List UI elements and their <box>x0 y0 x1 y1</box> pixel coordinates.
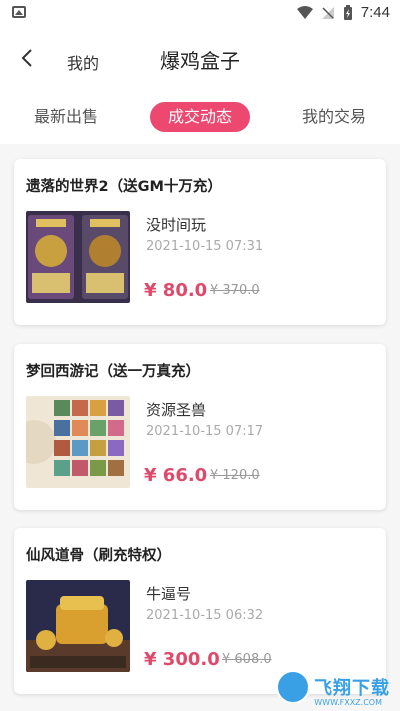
watermark-text: 飞翔下载 <box>314 678 390 699</box>
seller-name: 没时间玩 <box>146 216 207 234</box>
deal-price: ¥ 66.0 <box>144 465 208 486</box>
app-header: 我的 爆鸡盒子 <box>0 28 400 92</box>
game-thumbnail <box>26 580 130 672</box>
page-title: 爆鸡盒子 <box>160 49 240 73</box>
no-signal-icon <box>321 6 334 19</box>
deal-time: 2021-10-15 07:31 <box>146 239 264 254</box>
status-time: 7:44 <box>360 4 390 21</box>
watermark-logo: 飞翔下载 WWW.FXXZ.COM <box>276 669 394 707</box>
deal-time: 2021-10-15 06:32 <box>146 608 264 623</box>
game-thumbnail <box>26 396 130 488</box>
watermark-bird-icon <box>276 670 310 704</box>
status-bar: 7:44 <box>0 0 400 28</box>
seller-name: 牛逼号 <box>146 585 192 603</box>
wifi-icon <box>296 5 313 19</box>
deal-card[interactable]: 遗落的世界2（送GM十万充） 没时间玩 2021-10-15 07:31 ¥ 8… <box>14 159 386 325</box>
tab-bar: 最新出售 成交动态 我的交易 <box>0 92 400 144</box>
image-notification-icon <box>12 6 26 18</box>
deal-time: 2021-10-15 07:17 <box>146 424 264 439</box>
tab-deal-activity[interactable]: 成交动态 <box>150 102 250 132</box>
battery-charging-icon <box>343 4 352 20</box>
tab-latest-sale[interactable]: 最新出售 <box>30 102 102 132</box>
deal-list: 遗落的世界2（送GM十万充） 没时间玩 2021-10-15 07:31 ¥ 8… <box>0 144 400 711</box>
original-price: ¥ 370.0 <box>210 283 260 298</box>
original-price: ¥ 120.0 <box>210 468 260 483</box>
game-name: 遗落的世界2（送GM十万充） <box>26 179 222 195</box>
deal-price: ¥ 300.0 <box>144 649 220 670</box>
game-thumbnail <box>26 211 130 303</box>
status-icons: 7:44 <box>296 4 390 21</box>
watermark-url: WWW.FXXZ.COM <box>314 698 382 707</box>
deal-price: ¥ 80.0 <box>144 280 208 301</box>
game-name: 仙风道骨（刷充特权） <box>26 548 171 564</box>
game-name: 梦回西游记（送一万真充） <box>26 364 200 380</box>
deal-card[interactable]: 梦回西游记（送一万真充） 资源圣兽 2021-10-15 07:17 ¥ 66.… <box>14 344 386 510</box>
seller-name: 资源圣兽 <box>146 401 207 419</box>
tab-my-trades[interactable]: 我的交易 <box>298 102 370 132</box>
original-price: ¥ 608.0 <box>222 652 272 667</box>
